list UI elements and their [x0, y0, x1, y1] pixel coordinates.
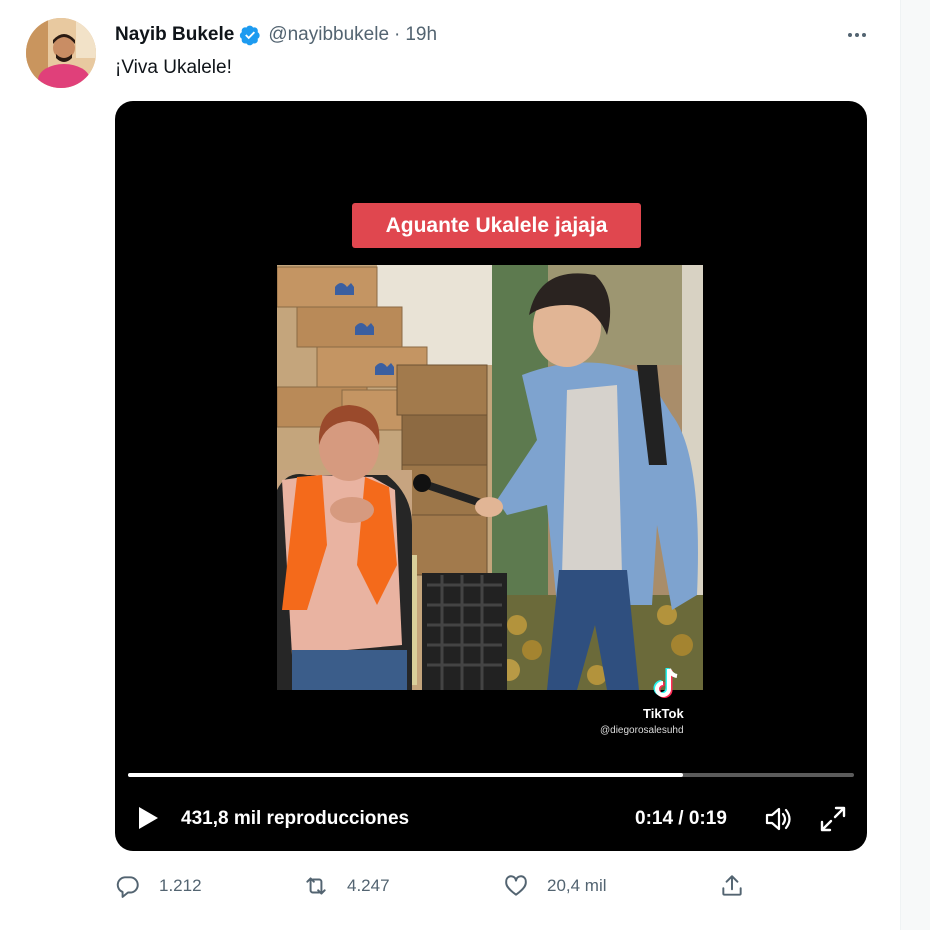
- fullscreen-icon[interactable]: [818, 804, 848, 834]
- tiktok-username: @diegorosalesuhd: [600, 725, 684, 736]
- view-count: 431,8 mil reproducciones: [181, 808, 410, 829]
- reply-button[interactable]: 1.212: [115, 870, 202, 902]
- retweet-icon: [306, 877, 326, 895]
- progress-bar[interactable]: [128, 773, 854, 777]
- avatar[interactable]: [26, 18, 96, 88]
- header-separator: ·: [394, 24, 401, 45]
- progress-fill: [128, 773, 683, 777]
- verified-badge-icon: [240, 25, 260, 46]
- reply-count: 1.212: [159, 876, 202, 895]
- tweet-actions: 1.212 4.247 20,4 mil: [115, 870, 755, 902]
- tweet-text: ¡Viva Ukalele!: [115, 57, 232, 78]
- like-count: 20,4 mil: [547, 876, 607, 895]
- share-icon: [722, 875, 742, 896]
- tweet-header: Nayib Bukele @nayibbukele · 19h: [115, 22, 437, 48]
- retweet-count: 4.247: [347, 876, 390, 895]
- tiktok-logo-icon: [653, 668, 678, 698]
- tweet: Nayib Bukele @nayibbukele · 19h ¡Viva Uk…: [0, 0, 900, 930]
- share-button[interactable]: [719, 870, 763, 902]
- time-display: 0:14 / 0:19: [635, 808, 727, 829]
- reply-icon: [116, 876, 139, 898]
- video-frame[interactable]: [277, 265, 703, 690]
- like-button[interactable]: 20,4 mil: [503, 870, 607, 902]
- author-handle[interactable]: @nayibbukele: [268, 24, 389, 46]
- video-caption: Aguante Ukalele jajaja: [352, 203, 641, 248]
- tiktok-label: TikTok: [643, 706, 684, 721]
- more-options-icon[interactable]: [842, 24, 872, 46]
- video-player[interactable]: Aguante Ukalele jajaja TikTok @diegorosa…: [115, 101, 867, 851]
- volume-icon[interactable]: [763, 804, 793, 834]
- author-name[interactable]: Nayib Bukele: [115, 24, 234, 46]
- play-icon[interactable]: [135, 805, 161, 831]
- avatar-image: [26, 18, 96, 88]
- like-icon: [505, 875, 527, 896]
- video-controls: 431,8 mil reproducciones 0:14 / 0:19: [115, 799, 867, 839]
- tweet-timestamp[interactable]: 19h: [405, 24, 437, 46]
- right-gutter: [900, 0, 930, 930]
- retweet-button[interactable]: 4.247: [303, 870, 390, 902]
